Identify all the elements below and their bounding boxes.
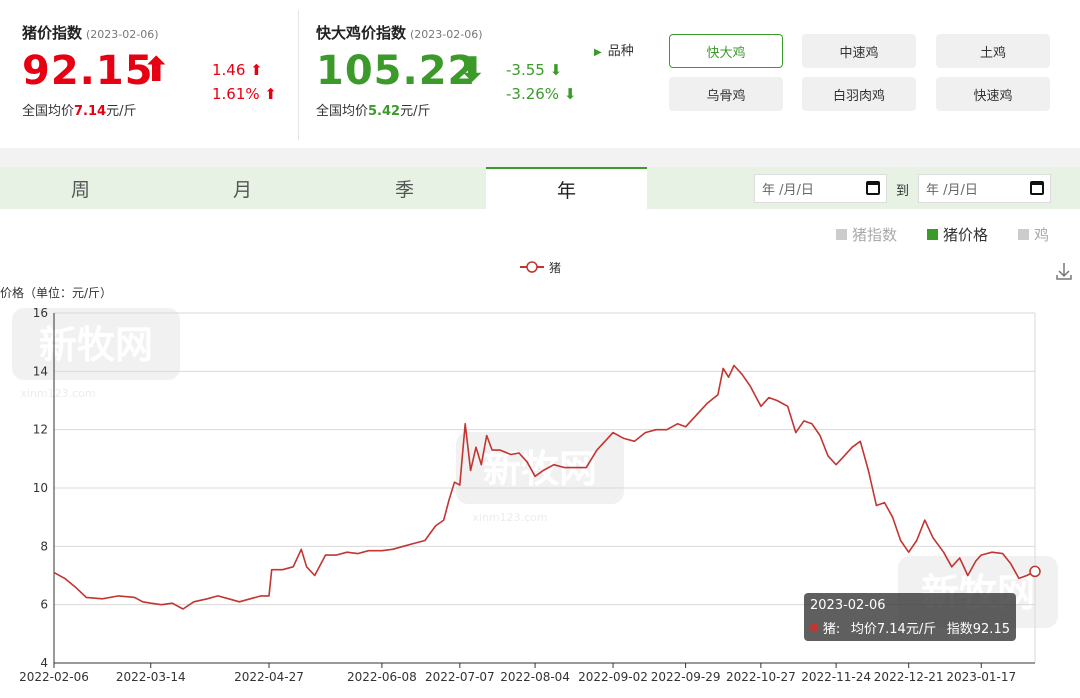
download-icon[interactable] (1056, 263, 1072, 280)
tooltip-series-name: 猪: (822, 622, 841, 637)
y-tick-label: 12 (33, 423, 48, 437)
watermark-url: xinm123.com (472, 511, 547, 524)
y-tick-label: 14 (33, 364, 48, 378)
y-tick-label: 16 (33, 306, 48, 320)
tooltip-avg-price: 均价7.14元/斤 (850, 622, 937, 637)
watermark-text: 新牧网 (483, 447, 597, 491)
x-tick-label: 2022-04-27 (234, 670, 304, 684)
x-tick-labels: 2022-02-06 2022-03-14 2022-04-27 2022-06-08… (19, 663, 1016, 684)
y-tick-label: 10 (33, 481, 48, 495)
data-point (1029, 565, 1041, 578)
tooltip-date: 2023-02-06 (810, 598, 886, 613)
x-tick-label: 2022-09-29 (651, 670, 721, 684)
x-tick-label: 2022-02-06 (19, 670, 89, 684)
x-tick-label: 2022-08-04 (500, 670, 570, 684)
watermark-logo: 新牧网 xinm123.com 新牧网 xinm123.com 新牧网 (12, 308, 1058, 628)
legend-label: 猪 (549, 261, 561, 275)
x-tick-label: 2022-10-27 (726, 670, 796, 684)
tooltip-index-value: 指数92.15 (946, 622, 1010, 637)
watermark-text: 新牧网 (39, 323, 153, 367)
x-tick-label: 2022-12-21 (874, 670, 944, 684)
y-axis-label: 价格（单位：元/斤） (0, 285, 112, 300)
x-tick-label: 2023-01-17 (946, 670, 1016, 684)
series-legend[interactable]: 猪 (520, 261, 561, 275)
x-tick-label: 2022-03-14 (116, 670, 186, 684)
watermark-url: xinm123.com (20, 387, 95, 400)
chart-tooltip: 2023-02-06 猪: 均价7.14元/斤 指数92.15 (804, 593, 1016, 641)
x-tick-label: 2022-11-24 (801, 670, 871, 684)
tooltip-row: 猪: 均价7.14元/斤 指数92.15 (810, 618, 1010, 637)
tooltip-series-dot (810, 623, 818, 632)
x-tick-label: 2022-06-08 (347, 670, 417, 684)
y-tick-label: 4 (40, 656, 48, 670)
y-tick-label: 6 (40, 598, 48, 612)
y-tick-label: 8 (40, 539, 48, 553)
x-tick-label: 2022-09-02 (578, 670, 648, 684)
legend-marker (526, 261, 538, 273)
x-tick-label: 2022-07-07 (425, 670, 495, 684)
